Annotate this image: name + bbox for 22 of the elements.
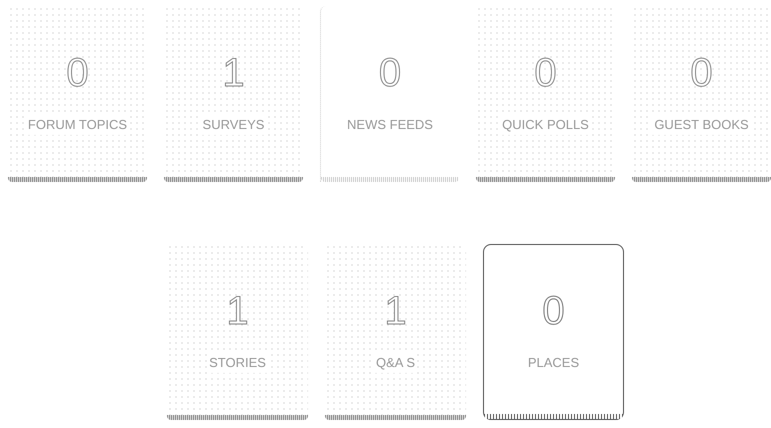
stat-tile[interactable]: 0 NEWS FEEDS (320, 6, 460, 182)
tile-label: GUEST BOOKS (652, 115, 751, 135)
stat-tile[interactable]: 1 STORIES (167, 244, 308, 420)
stat-tile[interactable]: 0 FORUM TOPICS (8, 6, 147, 182)
tile-label: STORIES (207, 353, 268, 373)
count-number: 1 (226, 291, 249, 332)
tile-label: SURVEYS (200, 115, 266, 135)
stat-tile[interactable]: 0 PLACES (483, 244, 624, 420)
count-number: 0 (690, 53, 713, 94)
count-number: 1 (384, 291, 407, 332)
count-number: 0 (534, 53, 557, 94)
count-number: 0 (66, 53, 89, 94)
count-number: 1 (222, 53, 245, 94)
tile-label: QUICK POLLS (500, 115, 591, 135)
tile-label: FORUM TOPICS (26, 115, 130, 135)
count-number: 0 (542, 291, 565, 332)
stat-tile[interactable]: 0 QUICK POLLS (476, 6, 616, 182)
stat-tile[interactable]: 0 GUEST BOOKS (632, 6, 771, 182)
stat-tile[interactable]: 1 SURVEYS (164, 6, 303, 182)
count-number: 0 (378, 53, 402, 94)
tile-label: Q&A S (374, 353, 418, 373)
stat-tile[interactable]: 1 Q&A S (325, 244, 466, 420)
